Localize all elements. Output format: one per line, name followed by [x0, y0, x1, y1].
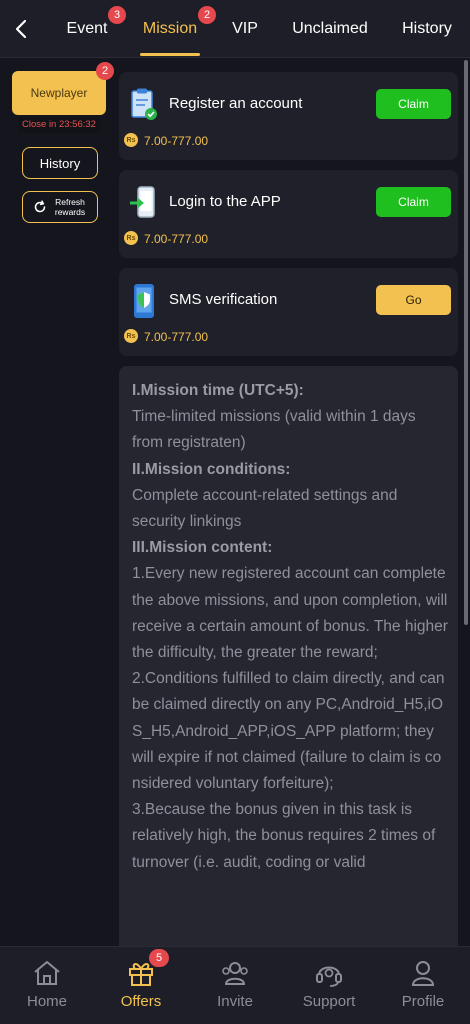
newplayer-badge: 2: [96, 62, 114, 80]
refresh-rewards-button[interactable]: Refresh rewards: [22, 191, 98, 223]
invite-people-icon: [222, 962, 248, 985]
rupee-coin-icon: Rs: [124, 133, 138, 147]
headset-icon: [316, 966, 342, 987]
mission-reward: 7.00-777.00: [144, 134, 209, 148]
mission-title: SMS verification: [169, 291, 278, 308]
nav-invite[interactable]: Invite: [188, 947, 282, 1024]
rules-heading-conditions: II.Mission conditions:: [132, 460, 291, 478]
nav-offers-label: Offers: [120, 993, 162, 1010]
tab-vip[interactable]: VIP: [223, 0, 267, 58]
mission-reward: 7.00-777.00: [144, 232, 209, 246]
tab-history[interactable]: History: [394, 0, 460, 58]
rules-heading-time: I.Mission time (UTC+5):: [132, 382, 304, 399]
go-button-label: Go: [405, 293, 422, 307]
mission-rules-panel[interactable]: I.Mission time (UTC+5): Time-limited mis…: [119, 366, 458, 946]
clipboard-check-icon: [131, 88, 157, 120]
tab-active-indicator: [140, 53, 200, 56]
rupee-coin-icon: Rs: [124, 231, 138, 245]
claim-button-label: Claim: [398, 195, 429, 209]
refresh-button-label: Refresh rewards: [54, 197, 86, 217]
tab-unclaimed[interactable]: Unclaimed: [286, 0, 374, 58]
tab-vip-label: VIP: [232, 20, 258, 37]
nav-support[interactable]: Support: [282, 947, 376, 1024]
tab-event[interactable]: Event 3: [58, 0, 126, 58]
nav-support-label: Support: [302, 993, 356, 1010]
tab-event-badge: 3: [108, 6, 126, 24]
nav-home[interactable]: Home: [0, 947, 94, 1024]
nav-home-label: Home: [26, 993, 67, 1010]
mission-title: Login to the APP: [169, 193, 281, 210]
scrollbar[interactable]: [464, 60, 468, 625]
mission-reward: 7.00-777.00: [144, 330, 209, 344]
phone-login-icon: [130, 186, 155, 218]
tab-mission-badge: 2: [198, 6, 216, 24]
tab-unclaimed-label: Unclaimed: [292, 20, 368, 37]
rules-text-content-1: 1.Every new registered account can compl…: [132, 565, 448, 662]
mission-category-sidebar: Newplayer 2 Close in 23:56:32 History Re…: [0, 58, 118, 946]
mission-title: Register an account: [169, 95, 303, 112]
claim-button[interactable]: Claim: [376, 89, 451, 119]
newplayer-label: Newplayer: [30, 86, 88, 100]
go-button[interactable]: Go: [376, 285, 451, 315]
chevron-left-icon: [15, 19, 27, 39]
phone-shield-icon: [134, 284, 154, 318]
nav-profile-label: Profile: [401, 993, 445, 1010]
refresh-icon: [34, 200, 46, 213]
nav-offers-badge: 5: [149, 949, 169, 967]
nav-profile[interactable]: Profile: [376, 947, 470, 1024]
mission-card-register: Register an account Claim Rs 7.00-777.00: [119, 72, 458, 160]
bottom-navigation: Home Offers 5 Invite Support Profile: [0, 946, 470, 1024]
claim-button-label: Claim: [398, 97, 429, 111]
tab-mission[interactable]: Mission 2: [136, 0, 216, 58]
rules-text-content-3: 3.Because the bonus given in this task i…: [132, 801, 436, 871]
nav-offers[interactable]: Offers 5: [94, 947, 188, 1024]
countdown-timer: Close in 23:56:32: [18, 117, 100, 133]
back-button[interactable]: [10, 17, 32, 41]
newplayer-category-button[interactable]: Newplayer: [12, 71, 106, 115]
rules-heading-content: III.Mission content:: [132, 539, 273, 557]
rules-text-conditions: Complete account-related settings and se…: [132, 486, 398, 531]
home-icon: [34, 961, 60, 985]
top-tab-bar: Event 3 Mission 2 VIP Unclaimed History: [0, 0, 470, 58]
rupee-coin-icon: Rs: [124, 329, 138, 343]
tab-mission-label: Mission: [142, 20, 198, 37]
profile-icon: [411, 961, 435, 986]
claim-button[interactable]: Claim: [376, 187, 451, 217]
mission-card-sms: SMS verification Go Rs 7.00-777.00: [119, 268, 458, 356]
tab-event-label: Event: [66, 20, 108, 37]
history-button-label: History: [39, 155, 81, 171]
mission-card-login: Login to the APP Claim Rs 7.00-777.00: [119, 170, 458, 258]
rules-text-time: Time-limited missions (valid within 1 da…: [132, 408, 416, 452]
history-button[interactable]: History: [22, 147, 98, 179]
tab-history-label: History: [402, 20, 452, 37]
rules-text-content-2: 2.Conditions fulfilled to claim directly…: [132, 670, 445, 793]
nav-invite-label: Invite: [217, 993, 253, 1010]
